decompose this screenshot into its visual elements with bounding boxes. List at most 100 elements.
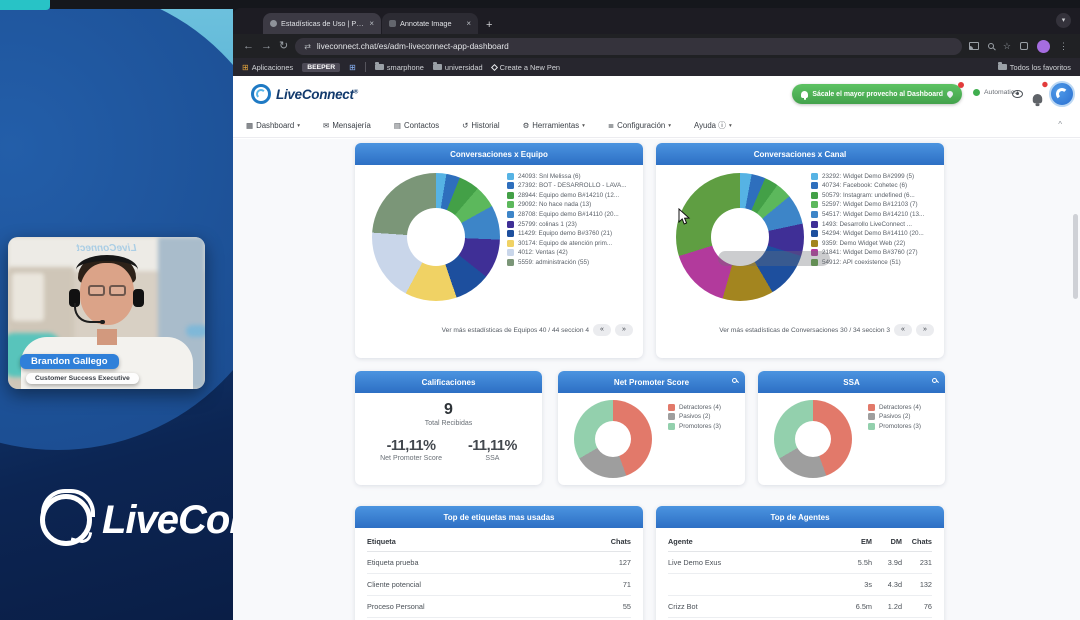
notification-dot <box>958 82 964 88</box>
reload-icon[interactable]: ↻ <box>279 41 288 52</box>
promo-dashboard-button[interactable]: Sácale el mayor provecho al Dashboard <box>792 84 962 104</box>
zoom-search-icon[interactable] <box>988 43 994 49</box>
scrollbar-thumb[interactable] <box>1073 214 1078 299</box>
table-row[interactable]: Cliente potencial71 <box>367 574 631 596</box>
legend-item[interactable]: 40734: Facebook: Cohetec (6) <box>811 182 924 189</box>
app-logo[interactable]: LiveConnect® <box>251 84 358 104</box>
nav-item-ayuda-[interactable]: Ayuda ⓘ▾ <box>694 120 732 131</box>
url-field[interactable]: ⇄ liveconnect.chat/es/adm-liveconnect-ap… <box>295 38 962 55</box>
legend-item[interactable]: Promotores (3) <box>868 423 921 430</box>
legend-swatch <box>507 201 514 208</box>
legend-item[interactable]: Pasivos (2) <box>868 413 921 420</box>
bookmark-item[interactable]: BEEPER <box>302 63 340 72</box>
cast-icon[interactable] <box>969 42 979 50</box>
legend-item[interactable]: 5559: administración (55) <box>507 259 627 266</box>
legend-item[interactable]: Detractores (4) <box>668 404 721 411</box>
legend-label: 29092: No hace nada (13) <box>518 201 591 208</box>
nav-item-historial[interactable]: ↺Historial <box>462 121 499 130</box>
bookmark-label: Todos los favoritos <box>1010 63 1071 72</box>
forward-icon[interactable]: → <box>261 41 272 52</box>
table-header-row: EtiquetaChats <box>367 532 631 552</box>
nav-item-contactos[interactable]: ▤Contactos <box>394 121 439 130</box>
legend-item[interactable]: 30174: Equipo de atención prim... <box>507 240 627 247</box>
next-page-button[interactable]: » <box>615 324 633 336</box>
bookmarks-bar: ⊞Aplicaciones BEEPER ⊞ smarphone universidad… <box>233 58 1080 76</box>
bookmark-all-favorites[interactable]: Todos los favoritos <box>998 63 1071 72</box>
legend-label: 30174: Equipo de atención prim... <box>518 240 612 247</box>
legend-item[interactable]: 27392: BOT - DESARROLLO - LAVA... <box>507 182 627 189</box>
table-row[interactable]: 3s4.3d132 <box>668 574 932 596</box>
legend-item[interactable]: 28708: Equipo demo B#14110 (20... <box>507 211 627 218</box>
prev-page-button[interactable]: « <box>593 324 611 336</box>
bookmark-star-icon[interactable]: ☆ <box>1003 41 1011 52</box>
tab-close-icon[interactable]: × <box>369 19 374 28</box>
legend-item[interactable]: 23292: Widget Demo B#2999 (5) <box>811 173 924 180</box>
page-scrollbar[interactable] <box>1073 148 1078 608</box>
legend-item[interactable]: 4012: Ventas (42) <box>507 249 627 256</box>
bookmark-item[interactable]: smarphone <box>375 63 424 72</box>
extensions-icon[interactable] <box>1020 42 1028 50</box>
legend-item[interactable]: 1493: Desarrollo LiveConnect ... <box>811 221 924 228</box>
legend-item[interactable]: 52597: Widget Demo B#12103 (7) <box>811 201 924 208</box>
table-cell: 1.2d <box>872 596 902 618</box>
site-info-icon[interactable]: ⇄ <box>304 42 311 51</box>
table-cell: Etiqueta prueba <box>367 552 601 574</box>
nps-donut-chart[interactable] <box>574 400 652 478</box>
legend-swatch <box>507 221 514 228</box>
tools-icon: ⚙ <box>523 121 530 130</box>
legend-item[interactable]: 29092: No hace nada (13) <box>507 201 627 208</box>
legend-label: 25799: colinas 1 (23) <box>518 221 577 228</box>
legend-item[interactable]: 11429: Equipo demo B#3760 (21) <box>507 230 627 237</box>
presenter-neck <box>97 329 117 345</box>
search-icon[interactable] <box>732 378 737 383</box>
nav-item-dashboard[interactable]: ▦Dashboard▾ <box>246 121 300 130</box>
nav-item-herramientas[interactable]: ⚙Herramientas▾ <box>523 121 585 130</box>
bookmark-item[interactable]: ⊞Aplicaciones <box>242 63 293 72</box>
collapse-nav-icon[interactable]: ^ <box>1058 120 1062 129</box>
canal-donut-chart[interactable] <box>676 173 804 301</box>
table-row[interactable]: Crizz Bot6.5m1.2d76 <box>668 596 932 618</box>
browser-tab-active[interactable]: Estadísticas de Uso | PageG × <box>263 13 381 34</box>
bookmark-item[interactable]: universidad <box>433 63 483 72</box>
ssa-donut-chart[interactable] <box>774 400 852 478</box>
legend-item[interactable]: 25799: colinas 1 (23) <box>507 221 627 228</box>
legend-label: 23292: Widget Demo B#2999 (5) <box>822 173 914 180</box>
notifications-bell[interactable] <box>1033 86 1042 110</box>
user-avatar[interactable] <box>1049 81 1075 107</box>
chevron-down-icon: ▾ <box>297 123 300 129</box>
prev-page-button[interactable]: « <box>894 324 912 336</box>
nav-item-mensajer-a[interactable]: ✉Mensajería <box>323 121 371 130</box>
legend-item[interactable]: 9359: Demo Widget Web (22) <box>811 240 924 247</box>
headset-band <box>76 255 138 285</box>
donut-hole <box>595 421 631 457</box>
legend-item[interactable]: Promotores (3) <box>668 423 721 430</box>
new-tab-button[interactable]: + <box>486 19 492 34</box>
next-page-button[interactable]: » <box>916 324 934 336</box>
visibility-icon[interactable] <box>1012 90 1023 98</box>
legend-item[interactable]: Detractores (4) <box>868 404 921 411</box>
chart-tooltip <box>718 251 830 266</box>
back-icon[interactable]: ← <box>243 41 254 52</box>
table-row[interactable]: Live Demo Exus5.5h3.9d231 <box>668 552 932 574</box>
card-header: SSA <box>758 371 945 393</box>
nav-item-configuraci-n[interactable]: ≣Configuración▾ <box>608 121 671 130</box>
legend-item[interactable]: 50579: Instagram: undefined (6... <box>811 192 924 199</box>
legend-item[interactable]: Pasivos (2) <box>668 413 721 420</box>
bookmark-label: Create a New Pen <box>500 63 560 72</box>
equipo-donut-chart[interactable] <box>372 173 500 301</box>
table-row[interactable]: Etiqueta prueba127 <box>367 552 631 574</box>
table-row[interactable]: Proceso Personal55 <box>367 596 631 618</box>
browser-menu-icon[interactable]: ⋮ <box>1059 41 1068 52</box>
bookmark-item[interactable]: ⊞ <box>349 63 356 72</box>
browser-profile-avatar[interactable] <box>1037 40 1050 53</box>
legend-item[interactable]: 54294: Widget Demo B#14110 (20... <box>811 230 924 237</box>
tab-close-icon[interactable]: × <box>466 19 471 28</box>
browser-tab[interactable]: Annotate Image × <box>382 13 478 34</box>
legend-item[interactable]: 28944: Equipo demo B#14210 (12... <box>507 192 627 199</box>
legend-item[interactable]: 54517: Widget Demo B#14210 (13... <box>811 211 924 218</box>
legend-item[interactable]: 24093: Snl Melissa (6) <box>507 173 627 180</box>
tab-search-dropdown[interactable]: ▾ <box>1056 13 1071 28</box>
search-icon[interactable] <box>932 378 937 383</box>
table-cell: Cliente potencial <box>367 574 601 596</box>
bookmark-item[interactable]: Create a New Pen <box>492 63 560 72</box>
